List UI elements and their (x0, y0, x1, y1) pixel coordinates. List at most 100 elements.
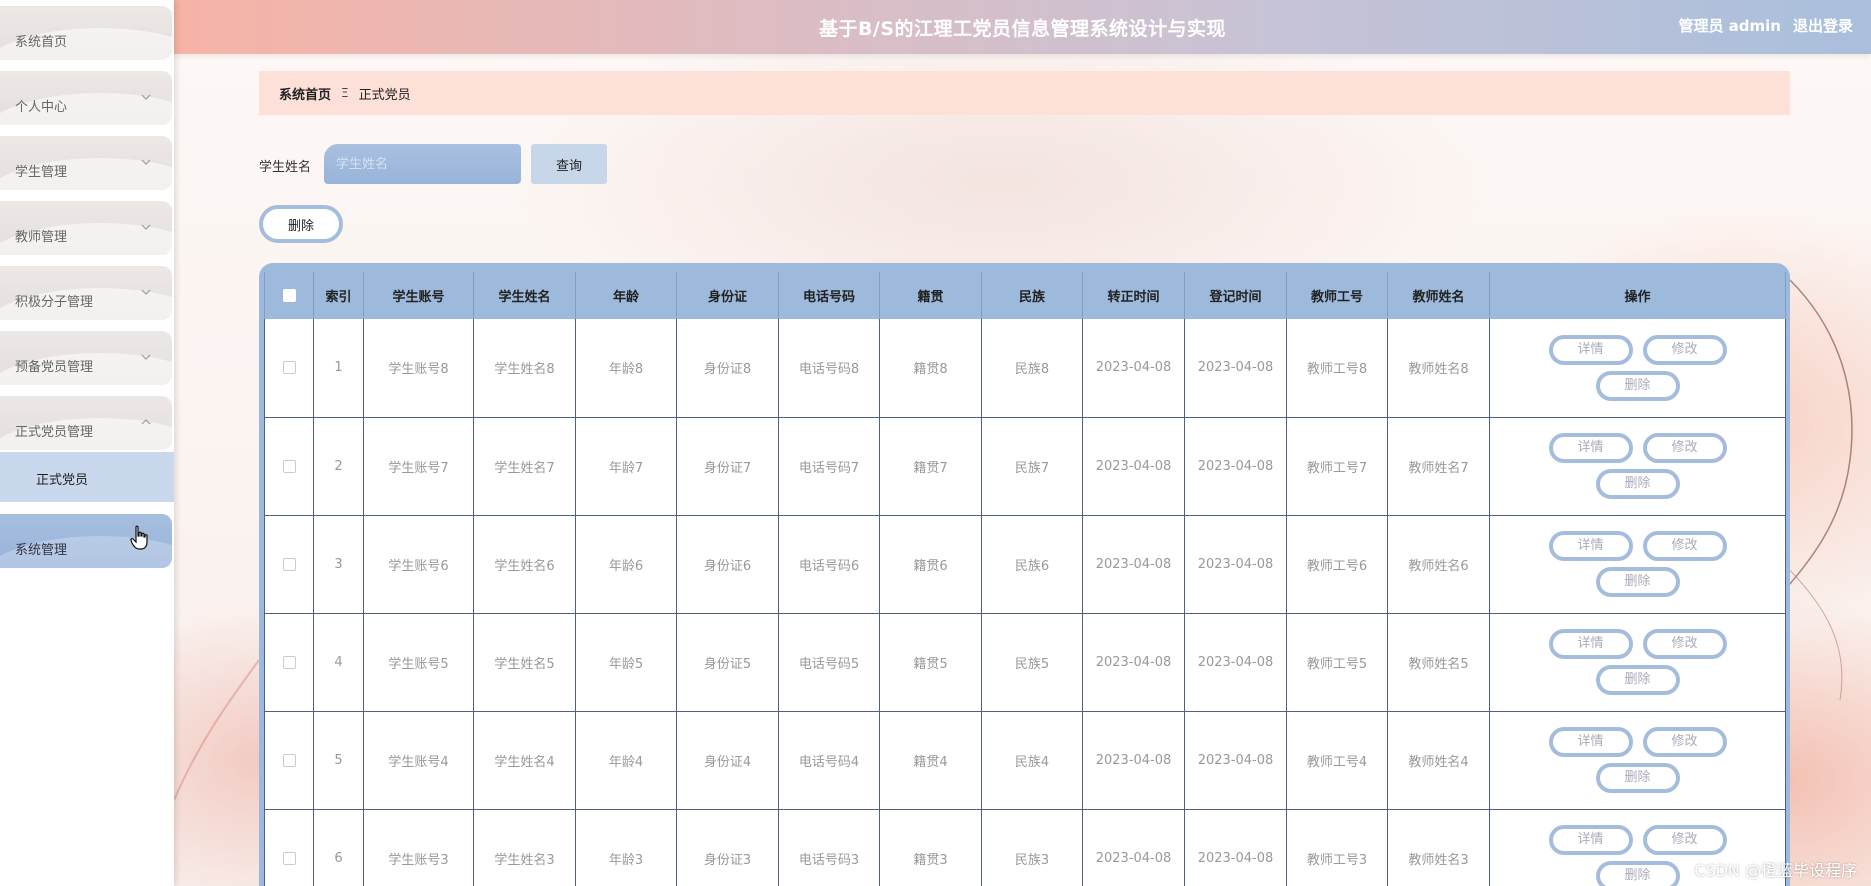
detail-button[interactable]: 详情 (1548, 825, 1633, 855)
chevron-down-icon (141, 94, 151, 100)
sidebar-item-personal-center[interactable]: 个人中心 (0, 71, 172, 125)
row-delete-button[interactable]: 删除 (1595, 763, 1680, 793)
row-delete-button[interactable]: 删除 (1595, 567, 1680, 597)
row-actions-top: 详情 修改 (1548, 334, 1727, 365)
table-cell-register-time: 2023-04-08 (1184, 613, 1287, 711)
table-cell-teacher-no: 教师工号7 (1286, 417, 1388, 515)
select-all-checkbox[interactable] (282, 289, 296, 302)
table-cell-ethnicity: 民族5 (981, 613, 1083, 711)
data-table-container: 索引 学生账号 学生姓名 年龄 身份证 电话号码 籍贯 民族 转正时间 登记时间… (259, 263, 1790, 886)
table-cell-index: 1 (313, 319, 364, 417)
edit-button[interactable]: 修改 (1642, 334, 1727, 365)
sidebar-subitem-label: 正式党员 (36, 473, 89, 488)
sidebar-item-label: 系统管理 (15, 543, 68, 558)
row-actions-cell: 详情 修改删除 (1489, 515, 1786, 613)
header-user-area: 管理员 admin 退出登录 (1678, 15, 1853, 36)
row-actions-cell: 详情 修改删除 (1489, 417, 1786, 515)
table-row: 1 学生账号8 学生姓名8 年龄8 身份证8 电话号码8 籍贯8 民族8 2023-04-08 2… (264, 319, 1786, 417)
table-cell-id-card: 身份证3 (676, 809, 779, 886)
row-actions-top: 详情 修改 (1548, 433, 1727, 463)
sidebar-item-label: 正式党员管理 (15, 425, 94, 440)
table-cell-teacher-no: 教师工号8 (1286, 319, 1388, 417)
table-row: 3 学生账号6 学生姓名6 年龄6 身份证6 电话号码6 籍贯6 民族6 2023-04-08 2… (264, 515, 1786, 613)
table-cell-teacher-name: 教师姓名8 (1387, 319, 1490, 417)
row-checkbox[interactable] (282, 655, 296, 669)
sidebar-item-formal-members[interactable]: 正式党员管理 (0, 396, 172, 450)
breadcrumb: 系统首页 Ξ 正式党员 (259, 71, 1790, 115)
student-name-search-input[interactable] (324, 144, 521, 184)
row-delete-button[interactable]: 删除 (1595, 861, 1680, 886)
table-cell-name: 学生姓名4 (473, 711, 576, 809)
table-cell-teacher-no: 教师工号5 (1286, 613, 1388, 711)
row-delete-button[interactable]: 删除 (1595, 665, 1680, 695)
table-cell-ethnicity: 民族4 (981, 711, 1083, 809)
table-cell-index: 6 (313, 809, 364, 886)
table-cell-hometown: 籍贯5 (879, 613, 982, 711)
sidebar-item-teachers[interactable]: 教师管理 (0, 201, 172, 255)
table-row: 5 学生账号4 学生姓名4 年龄4 身份证4 电话号码4 籍贯4 民族4 2023-04-08 2… (264, 711, 1786, 809)
table-cell-register-time: 2023-04-08 (1184, 319, 1287, 417)
table-cell-register-time: 2023-04-08 (1184, 515, 1287, 613)
detail-button[interactable]: 详情 (1548, 629, 1633, 659)
detail-button[interactable]: 详情 (1548, 727, 1633, 757)
sidebar-item-activists[interactable]: 积极分子管理 (0, 266, 172, 320)
batch-delete-button[interactable]: 删除 (259, 205, 343, 243)
top-header: 基于B/S的江理工党员信息管理系统设计与实现 管理员 admin 退出登录 (174, 0, 1871, 54)
table-cell-name: 学生姓名3 (473, 809, 576, 886)
table-cell-ethnicity: 民族8 (981, 319, 1083, 417)
logout-link[interactable]: 退出登录 (1793, 15, 1853, 36)
row-select-cell (264, 711, 314, 809)
current-user[interactable]: 管理员 admin (1678, 15, 1781, 36)
table-cell-name: 学生姓名6 (473, 515, 576, 613)
sidebar-item-label: 预备党员管理 (15, 360, 94, 375)
breadcrumb-home[interactable]: 系统首页 (279, 84, 331, 103)
detail-button[interactable]: 详情 (1548, 334, 1633, 365)
sidebar-item-home[interactable]: 系统首页 (0, 6, 172, 60)
table-header-row: 索引 学生账号 学生姓名 年龄 身份证 电话号码 籍贯 民族 转正时间 登记时间… (264, 272, 1786, 319)
column-header: 身份证 (676, 272, 779, 319)
edit-button[interactable]: 修改 (1642, 825, 1727, 855)
table-cell-account: 学生账号3 (363, 809, 474, 886)
table-cell-ethnicity: 民族7 (981, 417, 1083, 515)
row-checkbox[interactable] (282, 851, 296, 865)
row-checkbox[interactable] (282, 557, 296, 571)
breadcrumb-separator-icon: Ξ (341, 86, 349, 100)
table-cell-name: 学生姓名7 (473, 417, 576, 515)
chevron-down-icon (141, 289, 151, 295)
table-cell-account: 学生账号5 (363, 613, 474, 711)
row-delete-button[interactable]: 删除 (1595, 469, 1680, 499)
edit-button[interactable]: 修改 (1642, 727, 1727, 757)
row-checkbox[interactable] (282, 361, 296, 375)
sidebar-item-students[interactable]: 学生管理 (0, 136, 172, 190)
search-button[interactable]: 查询 (531, 144, 607, 184)
sidebar-item-label: 学生管理 (15, 165, 68, 180)
table-cell-teacher-name: 教师姓名7 (1387, 417, 1490, 515)
table-cell-teacher-name: 教师姓名5 (1387, 613, 1490, 711)
sidebar: 系统首页 个人中心 学生管理 教师管理 积极分子管理 预备党员管理 正式党员管理… (0, 0, 174, 886)
table-cell-age: 年龄8 (575, 319, 677, 417)
edit-button[interactable]: 修改 (1642, 433, 1727, 463)
sidebar-subitem-formal-member[interactable]: 正式党员 (0, 452, 174, 502)
table-cell-name: 学生姓名5 (473, 613, 576, 711)
search-label: 学生姓名 (259, 160, 312, 175)
table-cell-age: 年龄4 (575, 711, 677, 809)
chevron-down-icon (141, 354, 151, 360)
detail-button[interactable]: 详情 (1548, 531, 1633, 561)
row-actions: 详情 修改删除 (1490, 531, 1785, 597)
edit-button[interactable]: 修改 (1642, 531, 1727, 561)
column-header: 操作 (1489, 272, 1786, 319)
table-cell-id-card: 身份证7 (676, 417, 779, 515)
table-cell-regular-time: 2023-04-08 (1082, 613, 1185, 711)
table-cell-index: 5 (313, 711, 364, 809)
detail-button[interactable]: 详情 (1548, 433, 1633, 463)
row-delete-button[interactable]: 删除 (1595, 370, 1680, 401)
column-header: 登记时间 (1184, 272, 1287, 319)
row-checkbox[interactable] (282, 459, 296, 473)
edit-button[interactable]: 修改 (1642, 629, 1727, 659)
table-cell-regular-time: 2023-04-08 (1082, 711, 1185, 809)
table-row: 6 学生账号3 学生姓名3 年龄3 身份证3 电话号码3 籍贯3 民族3 2023-04-08 2… (264, 809, 1786, 886)
sidebar-item-probationary[interactable]: 预备党员管理 (0, 331, 172, 385)
column-header: 转正时间 (1082, 272, 1185, 319)
row-select-cell (264, 809, 314, 886)
row-checkbox[interactable] (282, 753, 296, 767)
